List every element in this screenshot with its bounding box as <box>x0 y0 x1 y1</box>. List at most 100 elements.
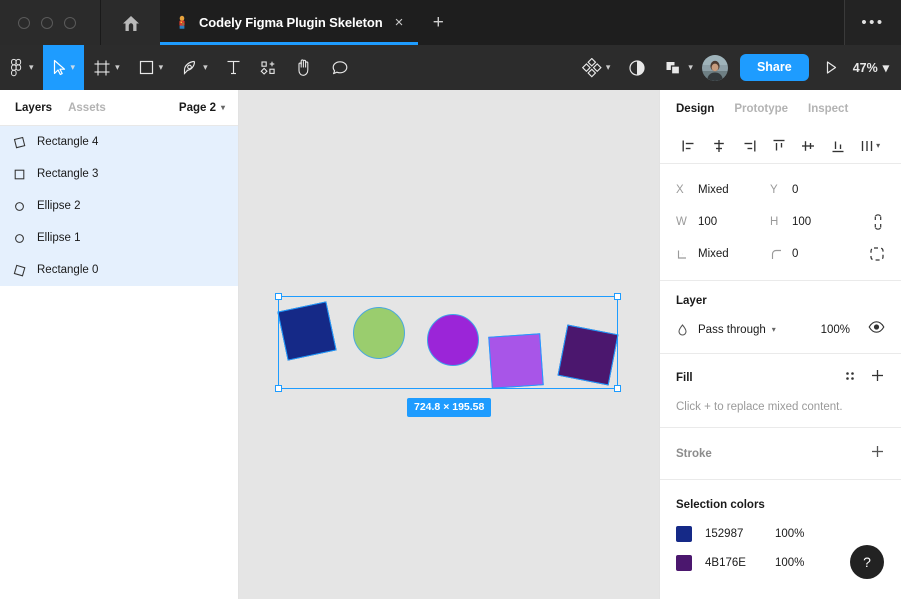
chevron-down-icon: ▾ <box>876 141 881 150</box>
color-swatch[interactable] <box>676 555 692 571</box>
share-button[interactable]: Share <box>739 54 809 81</box>
align-bottom-icon <box>832 141 844 152</box>
help-button[interactable]: ? <box>850 545 884 579</box>
resize-handle-top-right[interactable] <box>614 293 621 300</box>
distribute-button[interactable]: ▾ <box>853 132 887 160</box>
align-bottom-button[interactable] <box>823 132 853 160</box>
tool-hand[interactable] <box>286 45 322 90</box>
plus-icon <box>872 446 883 457</box>
tool-shape[interactable]: ▾ <box>129 45 173 90</box>
tool-comment[interactable] <box>322 45 358 90</box>
union-shapes-icon <box>666 61 681 75</box>
tool-boolean[interactable]: ▾ <box>655 45 702 90</box>
rotation-value: Mixed <box>698 248 729 260</box>
y-label: Y <box>770 184 778 196</box>
corner-radius-icon <box>770 248 792 261</box>
stroke-section: Stroke <box>660 428 901 480</box>
layer-section-header: Layer <box>676 295 885 307</box>
close-tab-icon[interactable]: × <box>392 13 407 32</box>
layer-item-rectangle-3[interactable]: Rectangle 3 <box>0 158 238 190</box>
h-value: 100 <box>792 216 812 228</box>
layer-item-ellipse-2[interactable]: Ellipse 2 <box>0 190 238 222</box>
right-panel: Design Prototype Inspect ▾ X Mixed Y 0 W… <box>659 90 901 599</box>
y-field[interactable]: Y 0 <box>770 184 864 196</box>
resize-handle-bottom-left[interactable] <box>275 385 282 392</box>
window-overflow-menu-button[interactable]: ••• <box>844 0 901 45</box>
tab-design[interactable]: Design <box>676 103 714 115</box>
align-right-button[interactable] <box>734 132 764 160</box>
resize-handle-top-left[interactable] <box>275 293 282 300</box>
corner-radius-field[interactable]: 0 <box>770 248 864 261</box>
page-selector[interactable]: Page 2 ▾ <box>179 102 225 114</box>
tool-contrast[interactable] <box>619 45 655 90</box>
align-vertical-center-icon <box>802 140 815 151</box>
design-canvas[interactable]: 724.8 × 195.58 <box>239 90 659 599</box>
rotation-icon <box>676 248 698 261</box>
home-button[interactable] <box>100 0 160 45</box>
hand-icon <box>298 59 309 76</box>
close-window-icon[interactable] <box>18 16 30 29</box>
tool-pen[interactable]: ▾ <box>172 45 217 90</box>
new-tab-button[interactable]: + <box>418 0 459 45</box>
layer-name: Ellipse 1 <box>37 232 81 244</box>
tool-figma-menu[interactable]: ▾ <box>0 45 43 90</box>
layer-item-ellipse-1[interactable]: Ellipse 1 <box>0 222 238 254</box>
color-hex-value: 4B176E <box>705 557 746 569</box>
rect-icon <box>12 167 27 182</box>
align-right-icon <box>744 140 756 151</box>
fill-section-actions <box>843 368 885 388</box>
present-button[interactable] <box>809 60 851 75</box>
tool-components-menu[interactable]: ▾ <box>573 45 620 90</box>
align-top-button[interactable] <box>764 132 794 160</box>
height-field[interactable]: H 100 <box>770 216 864 228</box>
width-field[interactable]: W 100 <box>676 216 770 228</box>
selection-color-row-1[interactable]: 152987 100% <box>676 526 885 542</box>
rotated-rect-icon <box>12 263 27 278</box>
layer-name: Rectangle 0 <box>37 264 99 276</box>
layer-visibility-button[interactable] <box>868 320 885 339</box>
align-left-button[interactable] <box>674 132 704 160</box>
user-avatar[interactable] <box>701 54 728 81</box>
tool-text[interactable] <box>217 45 250 90</box>
fill-section-header: Fill <box>676 368 885 388</box>
minimize-window-icon[interactable] <box>41 16 53 29</box>
resize-handle-bottom-right[interactable] <box>614 385 621 392</box>
blend-mode-selector[interactable]: Pass through ▾ <box>698 324 776 336</box>
tab-inspect[interactable]: Inspect <box>808 103 848 115</box>
selection-bounding-box[interactable] <box>275 293 621 392</box>
tab-layers[interactable]: Layers <box>15 102 52 114</box>
selection-dimension-badge: 724.8 × 195.58 <box>407 398 492 417</box>
align-left-icon <box>682 140 694 151</box>
layer-item-rectangle-4[interactable]: Rectangle 4 <box>0 126 238 158</box>
figma-logo-icon <box>11 58 22 76</box>
left-panel: Layers Assets Page 2 ▾ Rectangle 4 Recta… <box>0 90 239 599</box>
layer-opacity-value[interactable]: 100% <box>821 324 850 336</box>
tab-codely-figma-plugin-skeleton[interactable]: Codely Figma Plugin Skeleton × <box>160 0 419 45</box>
align-vertical-center-button[interactable] <box>793 132 823 160</box>
tool-move[interactable]: ▾ <box>42 45 85 90</box>
color-swatch[interactable] <box>676 526 692 542</box>
square-icon <box>139 60 153 75</box>
tab-assets[interactable]: Assets <box>68 102 106 114</box>
frame-icon <box>94 60 110 75</box>
layer-item-rectangle-0[interactable]: Rectangle 0 <box>0 254 238 286</box>
pen-icon <box>184 60 196 75</box>
comment-bubble-icon <box>332 60 348 74</box>
color-hex-value: 152987 <box>705 528 744 540</box>
add-stroke-button[interactable] <box>870 444 885 464</box>
tab-prototype[interactable]: Prototype <box>734 103 788 115</box>
zoom-control[interactable]: 47% ▾ <box>851 60 889 76</box>
tool-frame[interactable]: ▾ <box>84 45 129 90</box>
chevron-down-icon: ▾ <box>70 62 76 72</box>
home-icon <box>122 15 139 31</box>
x-field[interactable]: X Mixed <box>676 184 770 196</box>
independent-corners-button[interactable] <box>869 246 885 262</box>
add-fill-button[interactable] <box>870 368 885 388</box>
rotation-field[interactable]: Mixed <box>676 248 770 261</box>
chevron-down-icon: ▾ <box>158 62 164 72</box>
tool-components[interactable] <box>250 45 286 90</box>
align-horizontal-center-button[interactable] <box>704 132 734 160</box>
constrain-proportions-button[interactable] <box>871 213 885 231</box>
maximize-window-icon[interactable] <box>64 16 76 29</box>
fill-styles-button[interactable] <box>843 369 857 388</box>
